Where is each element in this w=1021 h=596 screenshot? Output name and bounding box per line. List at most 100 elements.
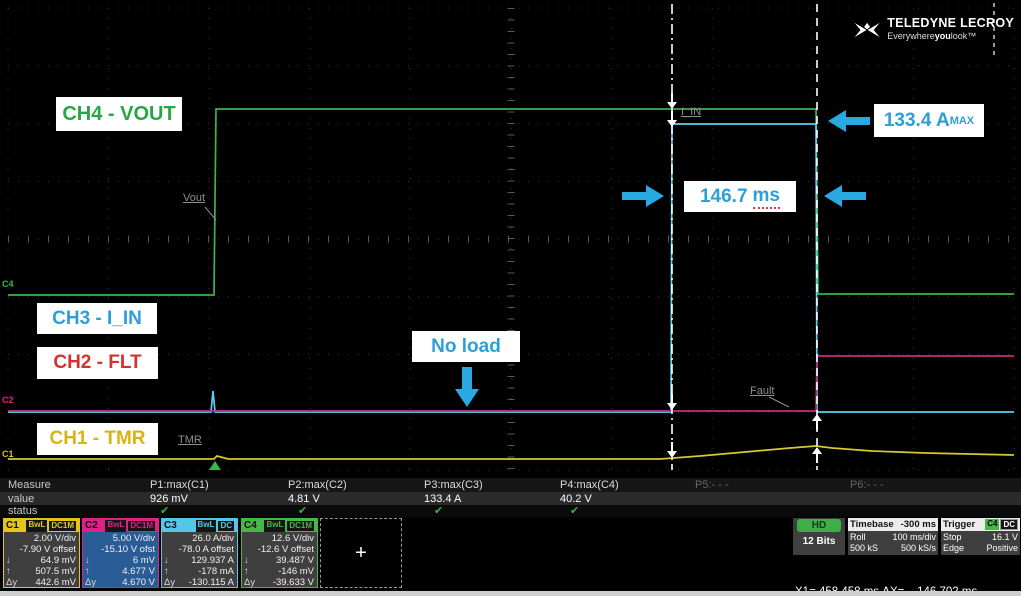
channel-descriptor-c1[interactable]: C1BwLDC1M2.00 V/div-7.90 V offset↓64.9 m…	[3, 518, 80, 588]
status-check-icon: ✔	[160, 504, 169, 517]
channel-setting-value: -39.633 V	[258, 577, 314, 588]
channel-setting-value: 5.00 V/div	[99, 533, 155, 544]
bandwidth-limit-badge: BwL	[105, 520, 126, 532]
trigger-coupling-badge: DC	[1000, 519, 1018, 530]
measure-col-label[interactable]: P2:max(C2)	[288, 479, 347, 491]
cursor-marker-arrow	[667, 451, 677, 458]
value-row-label: value	[8, 493, 34, 505]
row-glyph: ↑	[6, 566, 20, 577]
trigger-source-badge: C4	[985, 519, 999, 530]
row-glyph	[244, 544, 258, 555]
channel-setting-value: -7.90 V offset	[20, 544, 76, 555]
timebase-per-div: 100 ms/div	[892, 531, 936, 542]
cursor-readout: X1= 458.458 ms ΔX= 146.702 ms X2= 605.16…	[795, 555, 977, 596]
coupling-badge: DC1M	[127, 520, 156, 532]
add-trace-button[interactable]: +	[320, 518, 402, 588]
status-row-label: status	[8, 505, 37, 517]
annotation-leader-line	[769, 397, 789, 407]
trigger-mode: Stop	[943, 531, 962, 542]
annotation-ch4-vout[interactable]: CH4 - VOUT	[56, 97, 182, 131]
coupling-badge: DC1M	[48, 520, 77, 532]
cursor-marker-arrow	[812, 447, 822, 454]
annotation-ch3-iin[interactable]: CH3 - I_IN	[37, 303, 157, 334]
channel-setting-value: 4.670 V	[99, 577, 155, 588]
hd-acquisition-box[interactable]: HD 12 Bits	[793, 518, 845, 555]
left-arrow-icon	[824, 185, 866, 207]
status-check-icon: ✔	[434, 504, 443, 517]
row-glyph	[6, 533, 20, 544]
timebase-box[interactable]: Timebase -300 ms Roll 100 ms/div 500 kS …	[848, 518, 938, 555]
coupling-badge: DC1M	[286, 520, 315, 532]
trigger-time-marker[interactable]	[209, 461, 221, 470]
channel-setting-value: 129.937 A	[178, 555, 234, 566]
row-glyph: ↑	[85, 566, 99, 577]
measure-col-label[interactable]: P3:max(C3)	[424, 479, 483, 491]
row-glyph	[85, 533, 99, 544]
hd-badge: HD	[797, 519, 841, 532]
annotation-max-current[interactable]: 133.4 AMAX	[874, 104, 984, 137]
trigger-box[interactable]: Trigger C4 DC Stop 16.1 V Edge Positive	[941, 518, 1020, 555]
timebase-rate: 500 kS/s	[901, 542, 936, 553]
channel-setting-value: -146 mV	[258, 566, 314, 577]
annotation-ch1-tmr[interactable]: CH1 - TMR	[37, 423, 158, 455]
bit-depth: 12 Bits	[793, 536, 845, 547]
max-current-value: 133.4 A	[884, 110, 950, 132]
channel-setting-value: 507.5 mV	[20, 566, 76, 577]
screen-bottom-edge	[0, 591, 1021, 596]
waveform-plot	[0, 0, 1021, 478]
annotation-no-load[interactable]: No load	[412, 331, 520, 362]
brand-tagline: Everywhereyoulook™	[887, 30, 1014, 43]
trigger-slope: Positive	[986, 542, 1018, 553]
annotation-ch2-flt[interactable]: CH2 - FLT	[37, 347, 158, 379]
row-glyph	[164, 544, 178, 555]
measure-col-label[interactable]: P1:max(C1)	[150, 479, 209, 491]
row-glyph: Δy	[244, 577, 258, 588]
timebase-title: Timebase	[850, 519, 894, 530]
channel-descriptor-c2[interactable]: C2BwLDC1M5.00 V/div-15.10 V ofst↓6 mV↑4.…	[82, 518, 159, 588]
measure-col-label[interactable]: P5:- - -	[695, 479, 729, 491]
trace-tag-vout: Vout	[183, 192, 205, 204]
measure-col-label[interactable]: P4:max(C4)	[560, 479, 619, 491]
channel-zero-marker-c2[interactable]: C2	[2, 395, 14, 405]
channel-descriptor-c3[interactable]: C3BwLDC26.0 A/div-78.0 A offset↓129.937 …	[161, 518, 238, 588]
trigger-title: Trigger	[943, 519, 975, 530]
channel-id: C4	[244, 520, 257, 531]
row-glyph: Δy	[85, 577, 99, 588]
channel-setting-value: 6 mV	[99, 555, 155, 566]
channel-zero-marker-c1[interactable]: C1	[2, 449, 14, 459]
cursor-marker-arrow	[667, 102, 677, 109]
cursor-marker-arrow	[667, 403, 677, 410]
channel-id: C2	[85, 520, 98, 531]
bandwidth-limit-badge: BwL	[26, 520, 47, 532]
channel-id: C1	[6, 520, 19, 531]
status-check-icon: ✔	[570, 504, 579, 517]
trace-c2-flt	[8, 356, 1014, 411]
trace-tag-fault: Fault	[750, 385, 774, 397]
time-delta-unit: ms	[753, 185, 780, 209]
channel-zero-marker-c4[interactable]: C4	[2, 279, 14, 289]
brand-name: TELEDYNE LECROY	[887, 17, 1014, 30]
annotation-time-delta[interactable]: 146.7ms	[684, 181, 796, 212]
channel-setting-value: 12.6 V/div	[258, 533, 314, 544]
channel-setting-value: -130.115 A	[178, 577, 234, 588]
status-check-icon: ✔	[298, 504, 307, 517]
bottom-bar: C1BwLDC1M2.00 V/div-7.90 V offset↓64.9 m…	[0, 517, 1021, 591]
trace-tag-tmr: TMR	[178, 434, 202, 446]
timebase-mode: Roll	[850, 531, 866, 542]
measure-col-label[interactable]: P6:- - -	[850, 479, 884, 491]
bandwidth-limit-badge: BwL	[264, 520, 285, 532]
teledyne-logo: TELEDYNE LECROY Everywhereyoulook™	[854, 3, 1014, 56]
channel-descriptor-c4[interactable]: C4BwLDC1M12.6 V/div-12.6 V offset↓39.487…	[241, 518, 318, 588]
row-glyph	[164, 533, 178, 544]
trigger-level: 16.1 V	[992, 531, 1018, 542]
cursor-marker-arrow	[812, 414, 822, 421]
teledyne-logo-icon	[854, 16, 880, 44]
channel-setting-value: 4.677 V	[99, 566, 155, 577]
row-glyph	[6, 544, 20, 555]
channel-setting-value: -12.6 V offset	[258, 544, 314, 555]
oscilloscope-screen: TELEDYNE LECROY Everywhereyoulook™ CH4 -…	[0, 0, 1021, 596]
trace-tag-iin: I_IN	[681, 106, 701, 118]
row-glyph	[244, 533, 258, 544]
channel-setting-value: 442.6 mV	[20, 577, 76, 588]
row-glyph: ↓	[164, 555, 178, 566]
